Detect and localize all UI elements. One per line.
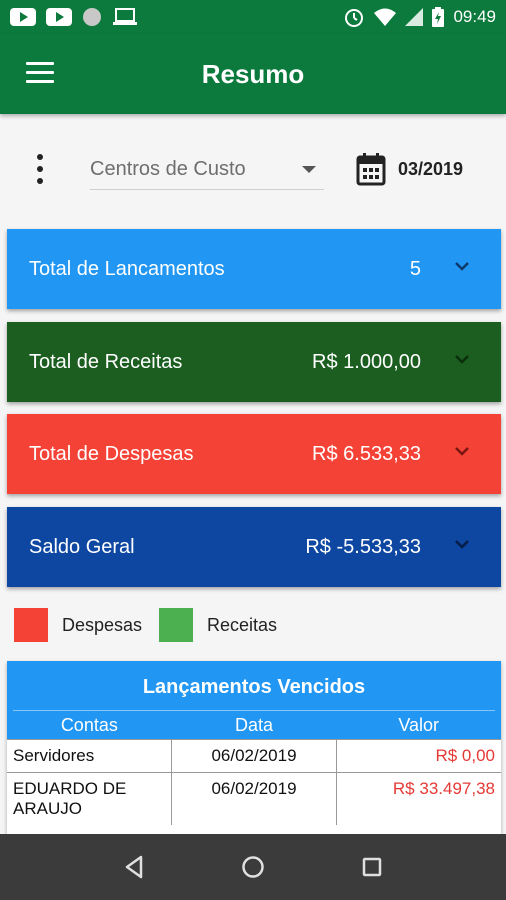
table-row[interactable]: EDUARDO DE ARAUJO 06/02/2019 R$ 33.497,3… bbox=[7, 772, 501, 825]
column-header-contas: Contas bbox=[60, 714, 118, 735]
cost-center-placeholder: Centros de Custo bbox=[90, 158, 246, 180]
date-value: 03/2019 bbox=[398, 158, 464, 179]
circle-icon bbox=[82, 7, 102, 27]
cell-valor: R$ 0,00 bbox=[435, 746, 495, 765]
more-vert-icon[interactable] bbox=[30, 152, 50, 186]
status-bar-notifications bbox=[10, 7, 138, 27]
page-title: Resumo bbox=[201, 58, 305, 89]
dropdown-arrow-icon bbox=[302, 166, 316, 173]
home-icon[interactable] bbox=[233, 847, 273, 887]
legend-swatch-despesas bbox=[14, 608, 48, 642]
cell-valor: R$ 33.497,38 bbox=[392, 779, 495, 798]
card-value: R$ -5.533,33 bbox=[305, 535, 421, 558]
legend-swatch-receitas bbox=[159, 608, 193, 642]
cost-center-select[interactable]: Centros de Custo bbox=[90, 148, 324, 190]
chevron-down-icon[interactable] bbox=[453, 444, 471, 462]
card-label: Total de Receitas bbox=[29, 350, 183, 373]
card-value: R$ 6.533,33 bbox=[312, 442, 421, 465]
card-value: R$ 1.000,00 bbox=[312, 350, 421, 373]
chevron-down-icon[interactable] bbox=[453, 259, 471, 277]
cell-data: 06/02/2019 bbox=[172, 773, 337, 825]
column-header-valor: Valor bbox=[398, 714, 440, 735]
card-total-lancamentos[interactable]: Total de Lancamentos 5 bbox=[7, 229, 501, 309]
filter-row: Centros de Custo 03/2019 bbox=[0, 140, 506, 196]
legend-label-receitas: Receitas bbox=[207, 615, 278, 635]
recents-icon[interactable] bbox=[352, 847, 392, 887]
overdue-table: Lançamentos Vencidos Contas Data Valor S… bbox=[7, 661, 501, 834]
card-total-despesas[interactable]: Total de Despesas R$ 6.533,33 bbox=[7, 414, 501, 494]
laptop-icon bbox=[112, 8, 138, 26]
legend-label-despesas: Despesas bbox=[62, 615, 143, 635]
card-total-receitas[interactable]: Total de Receitas R$ 1.000,00 bbox=[7, 322, 501, 402]
chevron-down-icon[interactable] bbox=[453, 352, 471, 370]
cell-data: 06/02/2019 bbox=[172, 740, 337, 772]
back-icon[interactable] bbox=[114, 847, 154, 887]
app-bar: Resumo bbox=[0, 34, 506, 114]
card-saldo-geral[interactable]: Saldo Geral R$ -5.533,33 bbox=[7, 507, 501, 587]
date-picker-button[interactable]: 03/2019 bbox=[356, 152, 463, 186]
card-value: 5 bbox=[409, 257, 421, 280]
table-column-headers: Contas Data Valor bbox=[7, 711, 501, 739]
wifi-icon bbox=[374, 8, 397, 26]
calendar-icon bbox=[356, 152, 386, 186]
column-header-data: Data bbox=[234, 714, 274, 735]
signal-icon bbox=[405, 8, 424, 26]
table-row[interactable]: Servidores 06/02/2019 R$ 0,00 bbox=[7, 739, 501, 772]
table-title: Lançamentos Vencidos bbox=[13, 661, 495, 711]
card-label: Saldo Geral bbox=[29, 535, 135, 558]
alarm-icon bbox=[343, 6, 365, 28]
battery-charging-icon bbox=[432, 7, 445, 27]
card-label: Total de Lancamentos bbox=[29, 257, 225, 280]
youtube-icon bbox=[10, 8, 36, 26]
status-bar: 09:49 bbox=[0, 0, 506, 34]
system-nav-bar bbox=[0, 834, 506, 900]
status-time: 09:49 bbox=[453, 7, 496, 26]
hamburger-menu-icon[interactable] bbox=[26, 62, 54, 84]
cell-conta: EDUARDO DE ARAUJO bbox=[7, 773, 172, 825]
chevron-down-icon[interactable] bbox=[453, 537, 471, 555]
status-bar-system: 09:49 bbox=[343, 6, 496, 28]
legend: Despesas Receitas bbox=[0, 608, 506, 644]
card-label: Total de Despesas bbox=[29, 442, 194, 465]
cell-conta: Servidores bbox=[7, 740, 172, 772]
table-header: Lançamentos Vencidos Contas Data Valor bbox=[7, 661, 501, 739]
youtube-icon bbox=[46, 8, 72, 26]
